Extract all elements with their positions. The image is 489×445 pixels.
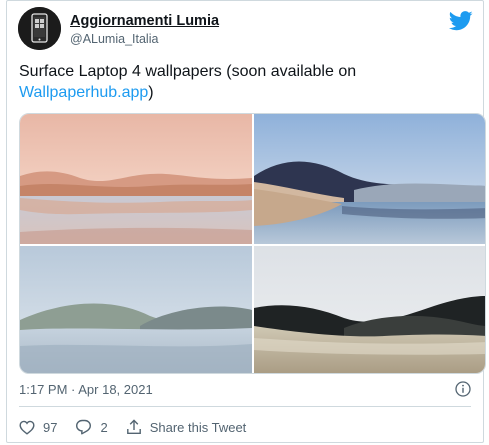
divider: [19, 406, 471, 407]
user-handle[interactable]: @ALumia_Italia: [70, 32, 158, 46]
media-image-1[interactable]: [20, 114, 252, 244]
lumia-phone-logo: [18, 7, 61, 50]
info-icon[interactable]: [455, 381, 471, 397]
tweet-timestamp[interactable]: 1:17 PM · Apr 18, 2021: [19, 382, 153, 397]
reply-count: 2: [100, 419, 108, 435]
media-image-2[interactable]: [254, 114, 485, 244]
reply-bubble-icon: [76, 419, 92, 435]
like-count: 97: [43, 419, 58, 435]
tweet-text-end: ): [148, 84, 154, 101]
dark-hills-wallpaper: [254, 246, 485, 373]
media-grid: [19, 113, 486, 374]
avatar[interactable]: [18, 7, 61, 50]
display-name[interactable]: Aggiornamenti Lumia: [70, 13, 219, 29]
share-button[interactable]: Share this Tweet: [126, 419, 247, 435]
action-bar: 97 2 Share this Tweet: [19, 417, 264, 437]
misty-hills-wallpaper: [20, 246, 252, 373]
like-button[interactable]: 97: [19, 420, 57, 435]
tweet-text: Surface Laptop 4 wallpapers (soon availa…: [19, 61, 419, 103]
twitter-bird-icon[interactable]: [449, 11, 473, 31]
share-upload-icon: [126, 419, 141, 434]
tweet-link[interactable]: Wallpaperhub.app: [19, 84, 148, 101]
reply-button[interactable]: 2: [75, 419, 108, 435]
blue-dunes-wallpaper: [254, 114, 485, 244]
tweet-text-body: Surface Laptop 4 wallpapers (soon availa…: [19, 63, 357, 80]
share-label: Share this Tweet: [149, 419, 247, 435]
media-image-3[interactable]: [20, 246, 252, 373]
pink-desert-wallpaper: [20, 114, 252, 244]
heart-icon: [19, 420, 35, 435]
tweet-card: Aggiornamenti Lumia @ALumia_Italia Surfa…: [6, 0, 486, 443]
media-image-4[interactable]: [254, 246, 485, 373]
